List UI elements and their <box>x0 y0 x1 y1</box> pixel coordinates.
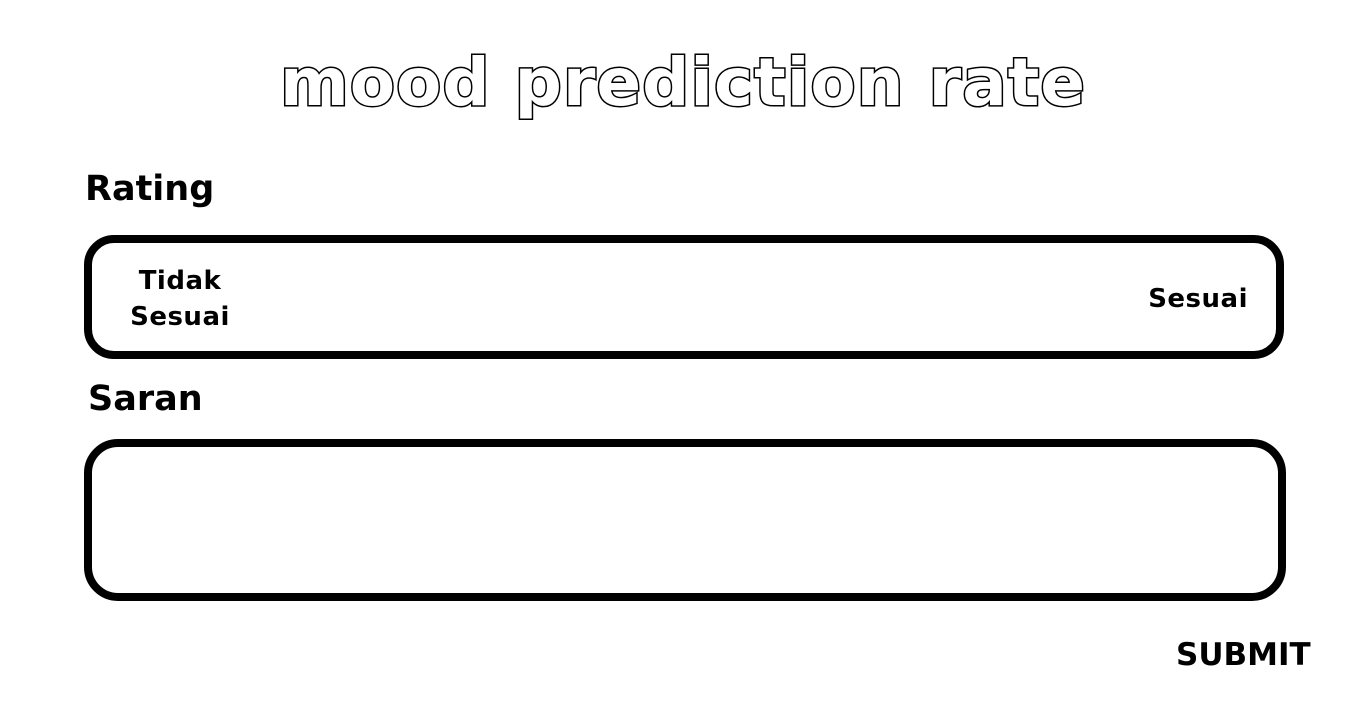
rating-scale-high-label: Sesuai <box>1148 284 1248 314</box>
rating-scale-low-label-line2: Sesuai <box>130 302 230 332</box>
rating-scale-low-label-line1: Tidak <box>138 266 222 296</box>
page-title: mood prediction rate <box>278 44 1087 121</box>
rating-label: Rating <box>85 169 215 209</box>
rating-scale[interactable]: Tidak Sesuai Sesuai <box>84 235 1284 359</box>
saran-input[interactable] <box>84 439 1286 601</box>
submit-button[interactable]: SUBMIT <box>1176 640 1311 671</box>
saran-label: Saran <box>88 379 203 419</box>
rating-scale-low-label: Tidak Sesuai <box>120 263 240 335</box>
